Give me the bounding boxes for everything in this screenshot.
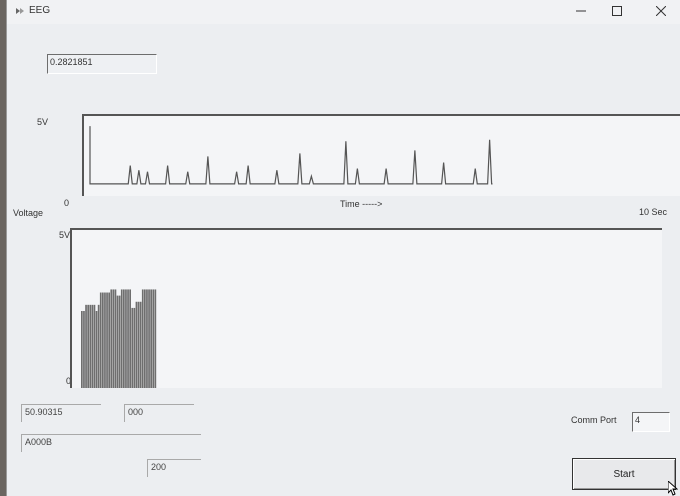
eeg-bar bbox=[89, 304, 92, 388]
maximize-icon bbox=[612, 6, 622, 16]
reading-c-field[interactable]: A000B bbox=[21, 434, 201, 452]
plot1-x-min-label: 0 bbox=[64, 198, 70, 208]
eeg-bar bbox=[129, 289, 131, 388]
eeg-bar-plot bbox=[70, 228, 662, 388]
eeg-bar bbox=[135, 301, 138, 388]
eeg-bar bbox=[95, 311, 98, 388]
minimize-icon bbox=[576, 10, 586, 12]
eeg-bar bbox=[120, 289, 123, 388]
eeg-bar bbox=[116, 295, 119, 388]
maximize-button[interactable] bbox=[597, 0, 637, 22]
start-button[interactable]: Start bbox=[572, 458, 676, 490]
title-bar[interactable]: EEG bbox=[7, 0, 680, 24]
eeg-bar bbox=[133, 307, 136, 388]
eeg-bar bbox=[97, 304, 100, 388]
eeg-bar bbox=[146, 289, 148, 388]
eeg-bar bbox=[93, 304, 96, 388]
eeg-bar bbox=[127, 289, 129, 388]
plot1-y-max-label: 5V bbox=[37, 117, 49, 127]
close-button[interactable] bbox=[641, 0, 680, 22]
top-value-field[interactable]: 0.2821851 bbox=[47, 54, 157, 74]
eeg-bar bbox=[152, 289, 155, 388]
eeg-bar-plot-svg bbox=[81, 289, 157, 388]
eeg-bar bbox=[102, 292, 104, 388]
eeg-bar bbox=[87, 304, 89, 388]
app-icon bbox=[16, 8, 24, 14]
eeg-bar bbox=[81, 311, 83, 388]
eeg-bar bbox=[137, 301, 140, 388]
eeg-bar bbox=[131, 307, 134, 388]
eeg-bar bbox=[150, 289, 152, 388]
eeg-bar bbox=[110, 289, 113, 388]
eeg-bar bbox=[148, 289, 150, 388]
eeg-time-plot-svg bbox=[89, 125, 493, 185]
eeg-bar bbox=[114, 289, 117, 388]
window-title: EEG bbox=[29, 5, 51, 16]
eeg-bar bbox=[154, 289, 157, 388]
eeg-bar bbox=[104, 292, 106, 388]
eeg-bar bbox=[123, 289, 125, 388]
comm-port-field[interactable]: 4 bbox=[632, 412, 670, 432]
plot1-x-max-label: 10 Sec bbox=[639, 207, 668, 217]
close-icon bbox=[656, 6, 666, 16]
eeg-bar bbox=[125, 289, 127, 388]
eeg-bar bbox=[144, 289, 146, 388]
eeg-bar bbox=[85, 304, 87, 388]
minimize-button[interactable] bbox=[561, 0, 601, 22]
mouse-cursor-icon bbox=[668, 481, 678, 496]
plot2-y-max-label: 5V bbox=[59, 230, 71, 240]
eeg-bar bbox=[118, 295, 121, 388]
eeg-trace-line bbox=[89, 126, 493, 185]
plot1-y-axis-label: Voltage bbox=[13, 208, 44, 218]
eeg-bar bbox=[112, 289, 115, 388]
reading-b-field[interactable]: 000 bbox=[124, 404, 194, 422]
reading-d-field[interactable]: 200 bbox=[147, 459, 201, 477]
plot1-x-label: Time -----> bbox=[340, 199, 383, 209]
eeg-bar bbox=[139, 301, 142, 388]
eeg-window: EEG 0.2821851 5V 0 Voltage Time -----> 1… bbox=[6, 0, 680, 496]
eeg-bar bbox=[106, 292, 108, 388]
eeg-bar bbox=[83, 311, 85, 388]
eeg-time-plot bbox=[82, 114, 680, 196]
reading-a-field[interactable]: 50.90315 bbox=[21, 404, 101, 422]
eeg-bar bbox=[91, 304, 94, 388]
comm-port-label: Comm Port bbox=[571, 415, 617, 425]
eeg-bar bbox=[99, 292, 102, 388]
eeg-bar bbox=[108, 292, 110, 388]
eeg-bar bbox=[141, 289, 144, 388]
